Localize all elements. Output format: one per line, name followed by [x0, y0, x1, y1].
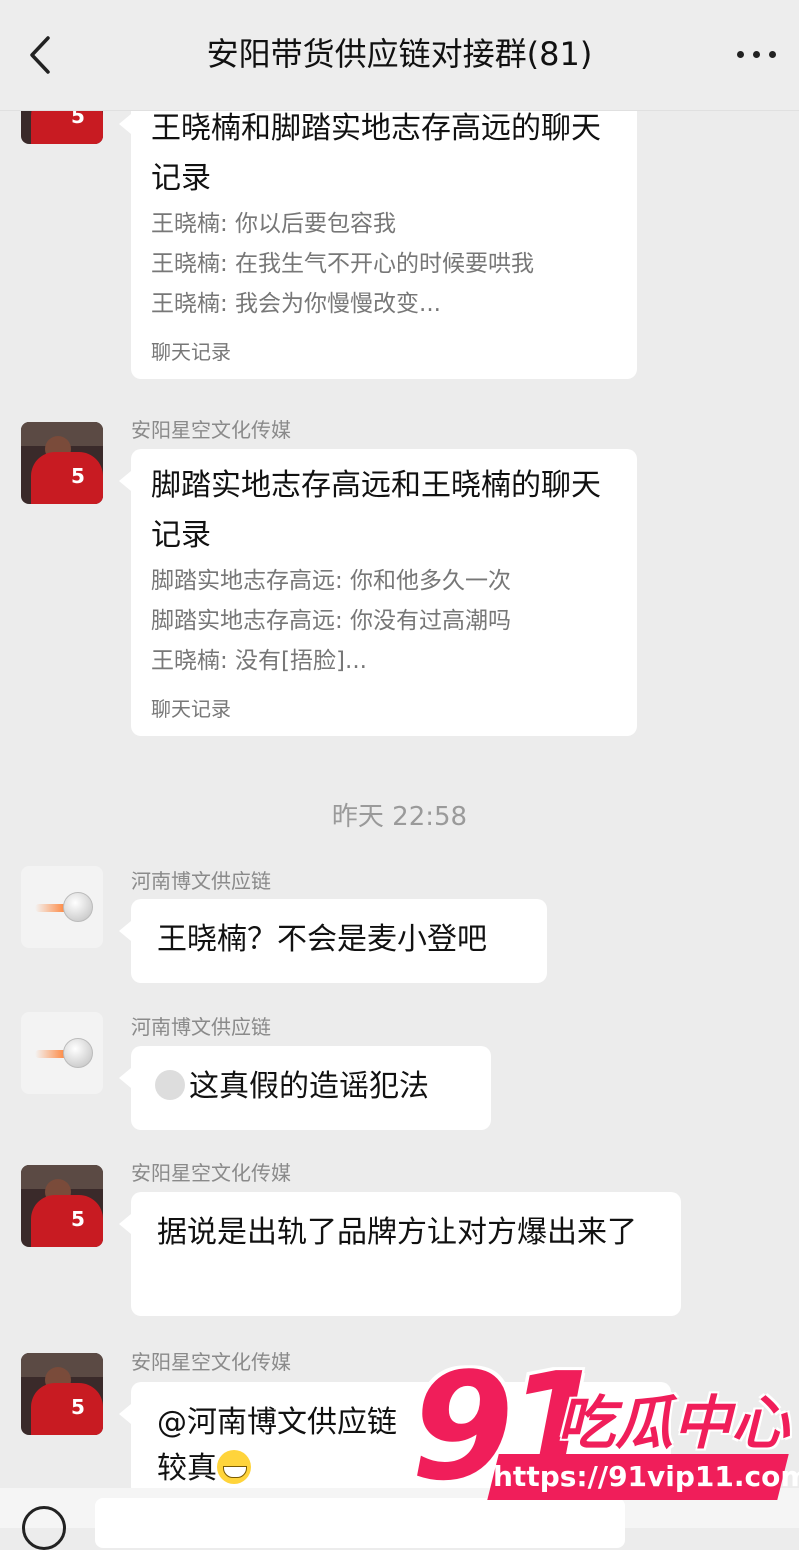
- card-title: 脚踏实地志存高远和王晓楠的聊天记录: [151, 468, 601, 553]
- avatar[interactable]: 5: [21, 422, 103, 504]
- more-dots-icon[interactable]: [737, 38, 777, 68]
- card-footer: 聊天记录: [151, 340, 231, 364]
- card-line: 王晓楠: 你以后要包容我: [151, 211, 397, 237]
- card-footer: 聊天记录: [151, 697, 231, 721]
- message-text: 较真: [157, 1451, 217, 1486]
- timestamp: 昨天 22:58: [331, 802, 468, 832]
- avatar[interactable]: [21, 1012, 103, 1094]
- card-line: 脚踏实地志存高远: 你和他多久一次: [151, 568, 512, 594]
- grin-emoji-icon: [217, 1449, 251, 1484]
- message-bubble[interactable]: 王晓楠？不会是麦小登吧: [119, 899, 547, 983]
- avatar[interactable]: 5: [21, 1165, 103, 1247]
- sender-name: 安阳星空文化传媒: [131, 418, 291, 442]
- chat-record-card[interactable]: 王晓楠和脚踏实地志存高远的聊天记录 王晓楠: 你以后要包容我 王晓楠: 在我生气…: [119, 92, 637, 379]
- top-bar: 安阳带货供应链对接群(81): [0, 0, 799, 111]
- message-text: 王晓楠？不会是麦小登吧: [157, 922, 487, 957]
- sender-name: 安阳星空文化传媒: [131, 1350, 291, 1374]
- chat-record-card[interactable]: 脚踏实地志存高远和王晓楠的聊天记录 脚踏实地志存高远: 你和他多久一次 脚踏实地…: [119, 449, 637, 736]
- card-line: 王晓楠: 没有[捂脸]...: [151, 648, 367, 674]
- sender-name: 河南博文供应链: [131, 1015, 271, 1039]
- avatar[interactable]: 5: [21, 1353, 103, 1435]
- message-bubble[interactable]: 据说是出轨了品牌方让对方爆出来了: [119, 1192, 681, 1316]
- watermark-url: https://91vip11.com: [493, 1460, 799, 1493]
- message-text: 据说是出轨了品牌方让对方爆出来了: [157, 1215, 637, 1250]
- card-title: 王晓楠和脚踏实地志存高远的聊天记录: [151, 111, 601, 196]
- face-emoji-icon: [155, 1069, 185, 1100]
- card-line: 脚踏实地志存高远: 你没有过高潮吗: [151, 608, 512, 634]
- watermark-url-banner: https://91vip11.com: [487, 1454, 799, 1500]
- card-line: 王晓楠: 我会为你慢慢改变...: [151, 291, 441, 317]
- card-line: 王晓楠: 在我生气不开心的时候要哄我: [151, 251, 535, 277]
- avatar[interactable]: [21, 866, 103, 948]
- voice-icon[interactable]: [22, 1506, 66, 1550]
- message-text: 这真假的造谣犯法: [189, 1069, 429, 1104]
- chat-title: 安阳带货供应链对接群(81): [206, 35, 593, 73]
- watermark-logo: 91 吃瓜中心 https://91vip11.com: [405, 1342, 799, 1512]
- sender-name: 安阳星空文化传媒: [131, 1161, 291, 1185]
- message-bubble[interactable]: 这真假的造谣犯法: [119, 1046, 491, 1130]
- watermark-brand: 吃瓜中心: [557, 1389, 790, 1457]
- sender-name: 河南博文供应链: [131, 869, 271, 893]
